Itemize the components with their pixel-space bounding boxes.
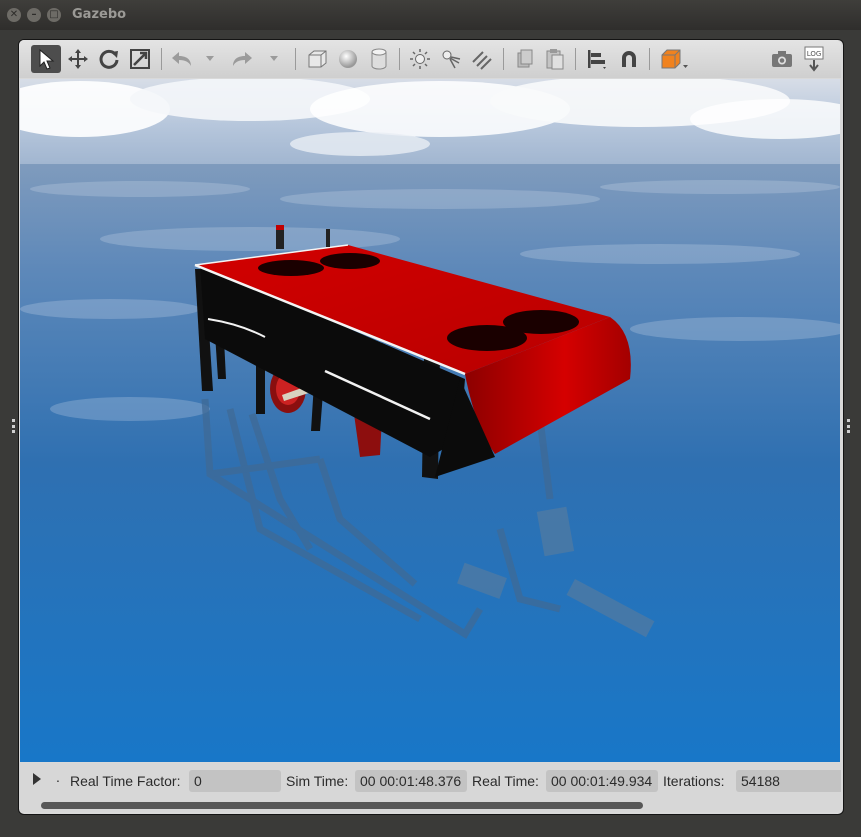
cylinder-icon <box>371 48 387 70</box>
box-shape-button[interactable] <box>303 45 331 73</box>
scene-render <box>20 79 840 762</box>
horizontal-scrollbar[interactable] <box>19 799 841 812</box>
window-titlebar: ✕ – □ Gazebo <box>0 0 861 30</box>
magnet-icon <box>622 51 636 67</box>
left-panel-handle[interactable] <box>11 419 15 433</box>
toolbar-divider <box>161 48 162 70</box>
camera-icon <box>772 51 792 67</box>
real-time-factor-label: Real Time Factor: <box>70 773 181 789</box>
iterations-field: 54188 <box>736 770 841 792</box>
play-icon[interactable] <box>32 772 42 789</box>
iterations-label: Iterations: <box>663 773 725 789</box>
chevron-down-icon <box>270 56 278 61</box>
status-dot: . <box>56 769 60 785</box>
snap-button[interactable] <box>615 45 643 73</box>
box-icon <box>308 50 327 68</box>
redo-icon <box>233 52 252 66</box>
real-time-label: Real Time: <box>472 773 539 789</box>
close-icon[interactable]: ✕ <box>7 8 21 22</box>
minimize-icon[interactable]: – <box>27 8 41 22</box>
rotate-icon <box>99 49 119 69</box>
log-label: LOG <box>807 50 822 58</box>
redo-button[interactable] <box>227 45 257 73</box>
status-bar: . Real Time Factor: 0 Sim Time: 00 00:01… <box>19 763 841 799</box>
redo-history-button[interactable] <box>267 45 281 73</box>
log-button[interactable]: LOG <box>800 45 828 73</box>
point-light-button[interactable] <box>406 45 434 73</box>
cylinder-shape-button[interactable] <box>365 45 393 73</box>
arrow-cursor-icon <box>39 48 55 70</box>
directional-light-icon <box>472 51 492 70</box>
real-time-field: 00 00:01:49.934 <box>546 770 658 792</box>
undo-icon <box>172 52 191 66</box>
move-arrows-icon <box>68 49 88 69</box>
sim-time-label: Sim Time: <box>286 773 349 789</box>
chevron-down-icon <box>206 56 214 61</box>
view-cube-icon <box>661 49 688 69</box>
align-button[interactable] <box>582 45 612 73</box>
select-mode-button[interactable] <box>31 45 61 73</box>
maximize-icon[interactable]: □ <box>47 8 61 22</box>
scale-mode-button[interactable] <box>126 45 154 73</box>
spotlight-icon <box>442 50 461 69</box>
paste-button[interactable] <box>541 45 569 73</box>
sun-icon <box>410 49 430 69</box>
toolbar-divider <box>295 48 296 70</box>
spot-light-button[interactable] <box>437 45 465 73</box>
directional-light-button[interactable] <box>468 45 496 73</box>
copy-icon <box>517 49 533 68</box>
view-angle-button[interactable] <box>656 45 692 73</box>
toolbar-divider <box>503 48 504 70</box>
align-icon <box>588 50 606 69</box>
paste-icon <box>546 49 564 70</box>
rotate-mode-button[interactable] <box>95 45 123 73</box>
scale-icon <box>130 49 150 69</box>
translate-mode-button[interactable] <box>64 45 92 73</box>
render-viewport[interactable] <box>20 79 840 762</box>
undo-button[interactable] <box>167 45 197 73</box>
undo-history-button[interactable] <box>203 45 217 73</box>
real-time-factor-field: 0 <box>189 770 281 792</box>
toolbar: LOG <box>19 40 841 78</box>
copy-button[interactable] <box>511 45 539 73</box>
toolbar-divider <box>399 48 400 70</box>
log-icon: LOG <box>804 46 824 72</box>
sim-time-field: 00 00:01:48.376 <box>355 770 467 792</box>
scrollbar-thumb[interactable] <box>41 802 643 809</box>
sphere-icon <box>339 50 357 68</box>
toolbar-divider <box>649 48 650 70</box>
right-panel-handle[interactable] <box>846 419 850 433</box>
sphere-shape-button[interactable] <box>334 45 362 73</box>
screenshot-button[interactable] <box>768 45 796 73</box>
window-title: Gazebo <box>72 7 127 22</box>
toolbar-divider <box>575 48 576 70</box>
